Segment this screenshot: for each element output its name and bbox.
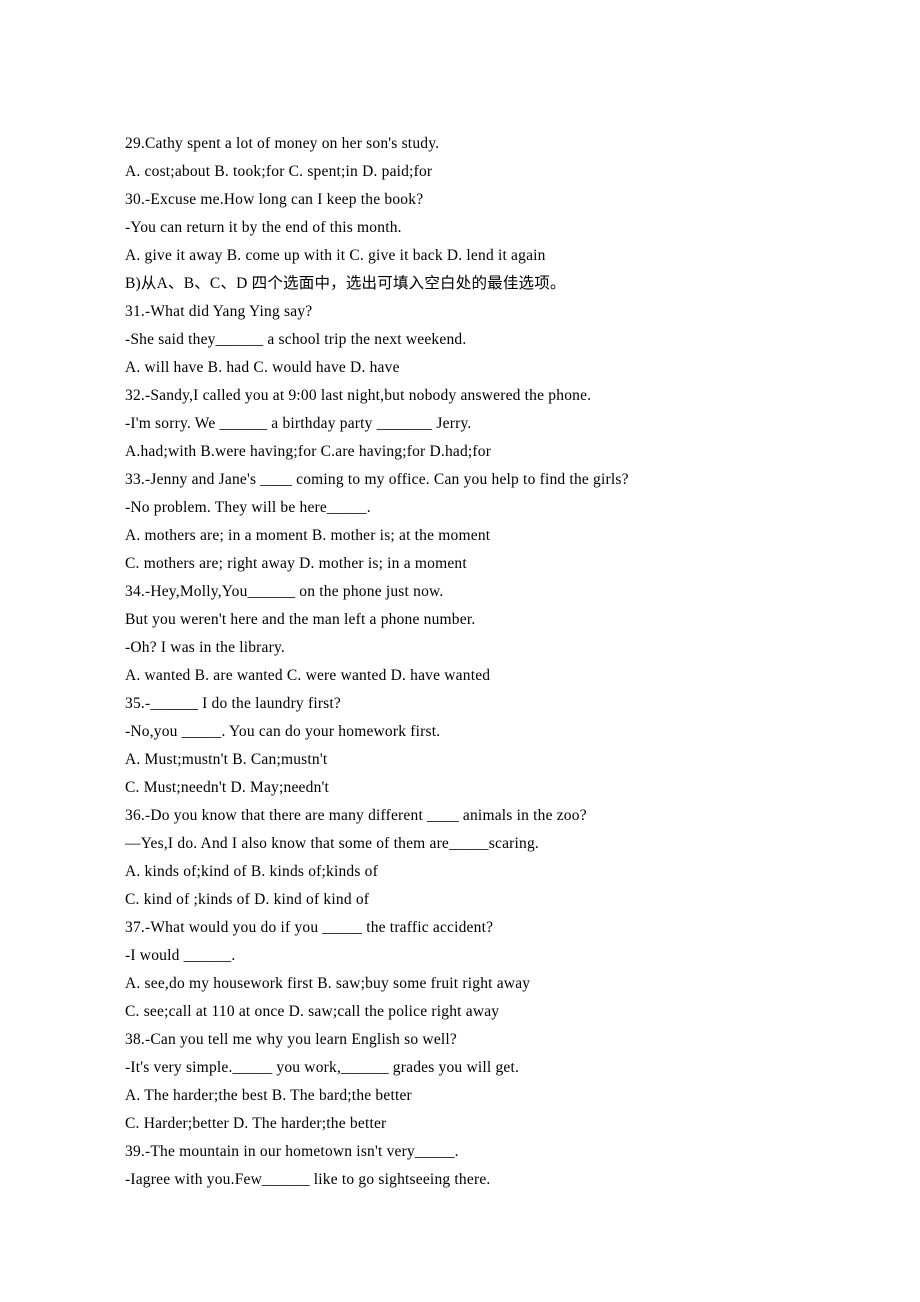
text-line: C. kind of ;kinds of D. kind of kind of: [125, 886, 795, 914]
text-line: -You can return it by the end of this mo…: [125, 214, 795, 242]
text-line: A. The harder;the best B. The bard;the b…: [125, 1082, 795, 1110]
text-line: A. will have B. had C. would have D. hav…: [125, 354, 795, 382]
text-line: 33.-Jenny and Jane's ____ coming to my o…: [125, 466, 795, 494]
text-line: -No problem. They will be here_____.: [125, 494, 795, 522]
text-line: -Oh? I was in the library.: [125, 634, 795, 662]
text-line: —Yes,I do. And I also know that some of …: [125, 830, 795, 858]
text-line: 37.-What would you do if you _____ the t…: [125, 914, 795, 942]
text-line: 30.-Excuse me.How long can I keep the bo…: [125, 186, 795, 214]
text-line: A. kinds of;kind of B. kinds of;kinds of: [125, 858, 795, 886]
text-line: A. see,do my housework first B. saw;buy …: [125, 970, 795, 998]
text-line: A. give it away B. come up with it C. gi…: [125, 242, 795, 270]
text-line: A. mothers are; in a moment B. mother is…: [125, 522, 795, 550]
text-line: A.had;with B.were having;for C.are havin…: [125, 438, 795, 466]
text-line: -I'm sorry. We ______ a birthday party _…: [125, 410, 795, 438]
text-line: A. wanted B. are wanted C. were wanted D…: [125, 662, 795, 690]
text-line: 32.-Sandy,I called you at 9:00 last nigh…: [125, 382, 795, 410]
text-line: -It's very simple._____ you work,______ …: [125, 1054, 795, 1082]
text-line: 29.Cathy spent a lot of money on her son…: [125, 130, 795, 158]
text-line: But you weren't here and the man left a …: [125, 606, 795, 634]
text-line: 35.-______ I do the laundry first?: [125, 690, 795, 718]
text-line: A. cost;about B. took;for C. spent;in D.…: [125, 158, 795, 186]
text-line: B)从A、B、C、D 四个选面中，选出可填入空白处的最佳选项。: [125, 270, 795, 298]
text-line: -Iagree with you.Few______ like to go si…: [125, 1166, 795, 1194]
text-line: A. Must;mustn't B. Can;mustn't: [125, 746, 795, 774]
text-line: -No,you _____. You can do your homework …: [125, 718, 795, 746]
text-line: C. Must;needn't D. May;needn't: [125, 774, 795, 802]
text-line: 31.-What did Yang Ying say?: [125, 298, 795, 326]
text-line: C. Harder;better D. The harder;the bette…: [125, 1110, 795, 1138]
text-line: 36.-Do you know that there are many diff…: [125, 802, 795, 830]
text-line: -She said they______ a school trip the n…: [125, 326, 795, 354]
text-line: -I would ______.: [125, 942, 795, 970]
text-line: 39.-The mountain in our hometown isn't v…: [125, 1138, 795, 1166]
text-line: C. see;call at 110 at once D. saw;call t…: [125, 998, 795, 1026]
text-line: 34.-Hey,Molly,You______ on the phone jus…: [125, 578, 795, 606]
document-page: 29.Cathy spent a lot of money on her son…: [0, 0, 920, 1294]
text-line: C. mothers are; right away D. mother is;…: [125, 550, 795, 578]
text-line: 38.-Can you tell me why you learn Englis…: [125, 1026, 795, 1054]
